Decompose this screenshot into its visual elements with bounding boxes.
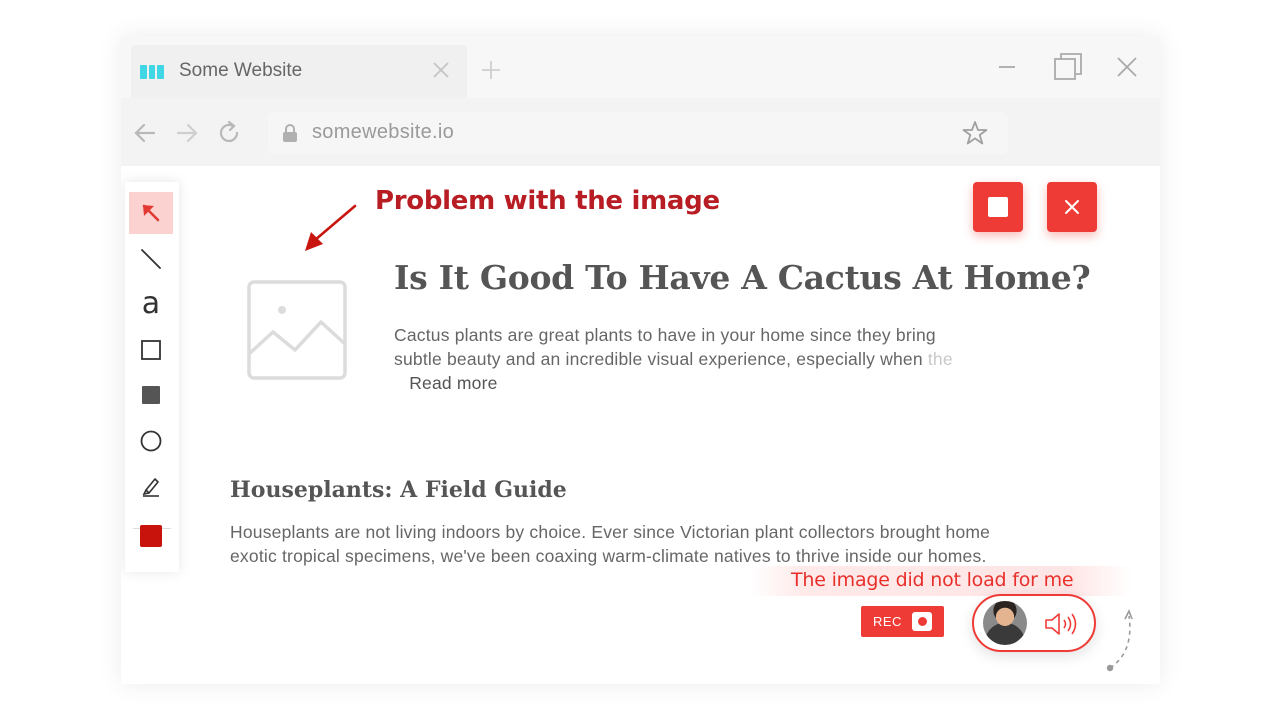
tab-bar: Some Website <box>121 36 1160 98</box>
marker-tool[interactable] <box>129 465 173 507</box>
text-icon: a <box>141 286 161 321</box>
marker-icon <box>142 478 159 497</box>
color-picker[interactable] <box>129 515 173 557</box>
record-icon <box>912 612 932 631</box>
filled-rectangle-tool[interactable] <box>129 374 173 416</box>
article-excerpt: Cactus plants are great plants to have i… <box>394 323 984 395</box>
stop-icon <box>988 197 1008 217</box>
close-window-icon[interactable] <box>1114 54 1140 80</box>
rectangle-tool[interactable] <box>129 329 173 371</box>
forward-icon[interactable] <box>174 120 200 146</box>
filled-rectangle-icon <box>142 386 160 404</box>
restore-icon[interactable] <box>1053 52 1083 82</box>
annotation-toolbar: a <box>125 182 179 572</box>
camera-bubble[interactable] <box>972 594 1096 652</box>
arrow-tool[interactable] <box>129 192 173 234</box>
guide-title: Houseplants: A Field Guide <box>230 477 567 503</box>
browser-tab[interactable]: Some Website <box>131 45 467 98</box>
circle-icon <box>140 430 162 452</box>
url-text: somewebsite.io <box>312 121 455 143</box>
guide-body: Houseplants are not living indoors by ch… <box>230 522 991 566</box>
annotation-arrow-icon <box>305 204 357 251</box>
article-body-text: Cactus plants are great plants to have i… <box>394 325 936 369</box>
color-swatch-icon <box>140 525 162 547</box>
circle-tool[interactable] <box>129 420 173 462</box>
navigation-bar: somewebsite.io <box>121 98 1160 166</box>
comment-highlight: The image did not load for me <box>751 566 1131 596</box>
tab-close-icon[interactable] <box>431 60 451 80</box>
minimize-icon[interactable] <box>994 54 1020 80</box>
line-tool[interactable] <box>129 238 173 280</box>
page-content: a Problem with the image Is It Good To H… <box>121 166 1160 684</box>
connector-line-icon <box>1106 609 1133 672</box>
rectangle-icon <box>141 340 161 360</box>
address-bar[interactable]: somewebsite.io <box>268 112 1008 154</box>
stop-recording-button[interactable] <box>973 182 1023 232</box>
back-icon[interactable] <box>132 120 158 146</box>
favicon-icon <box>140 65 165 79</box>
comment-text: The image did not load for me <box>791 569 1074 591</box>
close-icon <box>1065 200 1079 214</box>
rec-label: REC <box>873 614 902 629</box>
annotation-title: Problem with the image <box>375 186 720 216</box>
avatar <box>983 601 1027 645</box>
rec-badge[interactable]: REC <box>861 606 944 637</box>
article-title: Is It Good To Have A Cactus At Home? <box>394 258 1091 297</box>
tab-title: Some Website <box>179 60 303 81</box>
text-tool[interactable]: a <box>129 283 173 325</box>
broken-image-icon <box>247 280 347 380</box>
browser-window: Some Website somewebsite.io a Problem wi… <box>121 36 1160 684</box>
speaker-icon[interactable] <box>1044 610 1078 638</box>
close-recording-button[interactable] <box>1047 182 1097 232</box>
lock-icon <box>283 124 297 142</box>
line-icon <box>141 249 161 269</box>
reload-icon[interactable] <box>216 120 242 146</box>
article-body-faded: the <box>927 349 953 369</box>
bookmark-star-icon[interactable] <box>962 120 988 146</box>
new-tab-icon[interactable] <box>481 60 501 80</box>
arrow-select-icon <box>142 204 160 222</box>
read-more-link[interactable]: Read more <box>409 373 497 393</box>
